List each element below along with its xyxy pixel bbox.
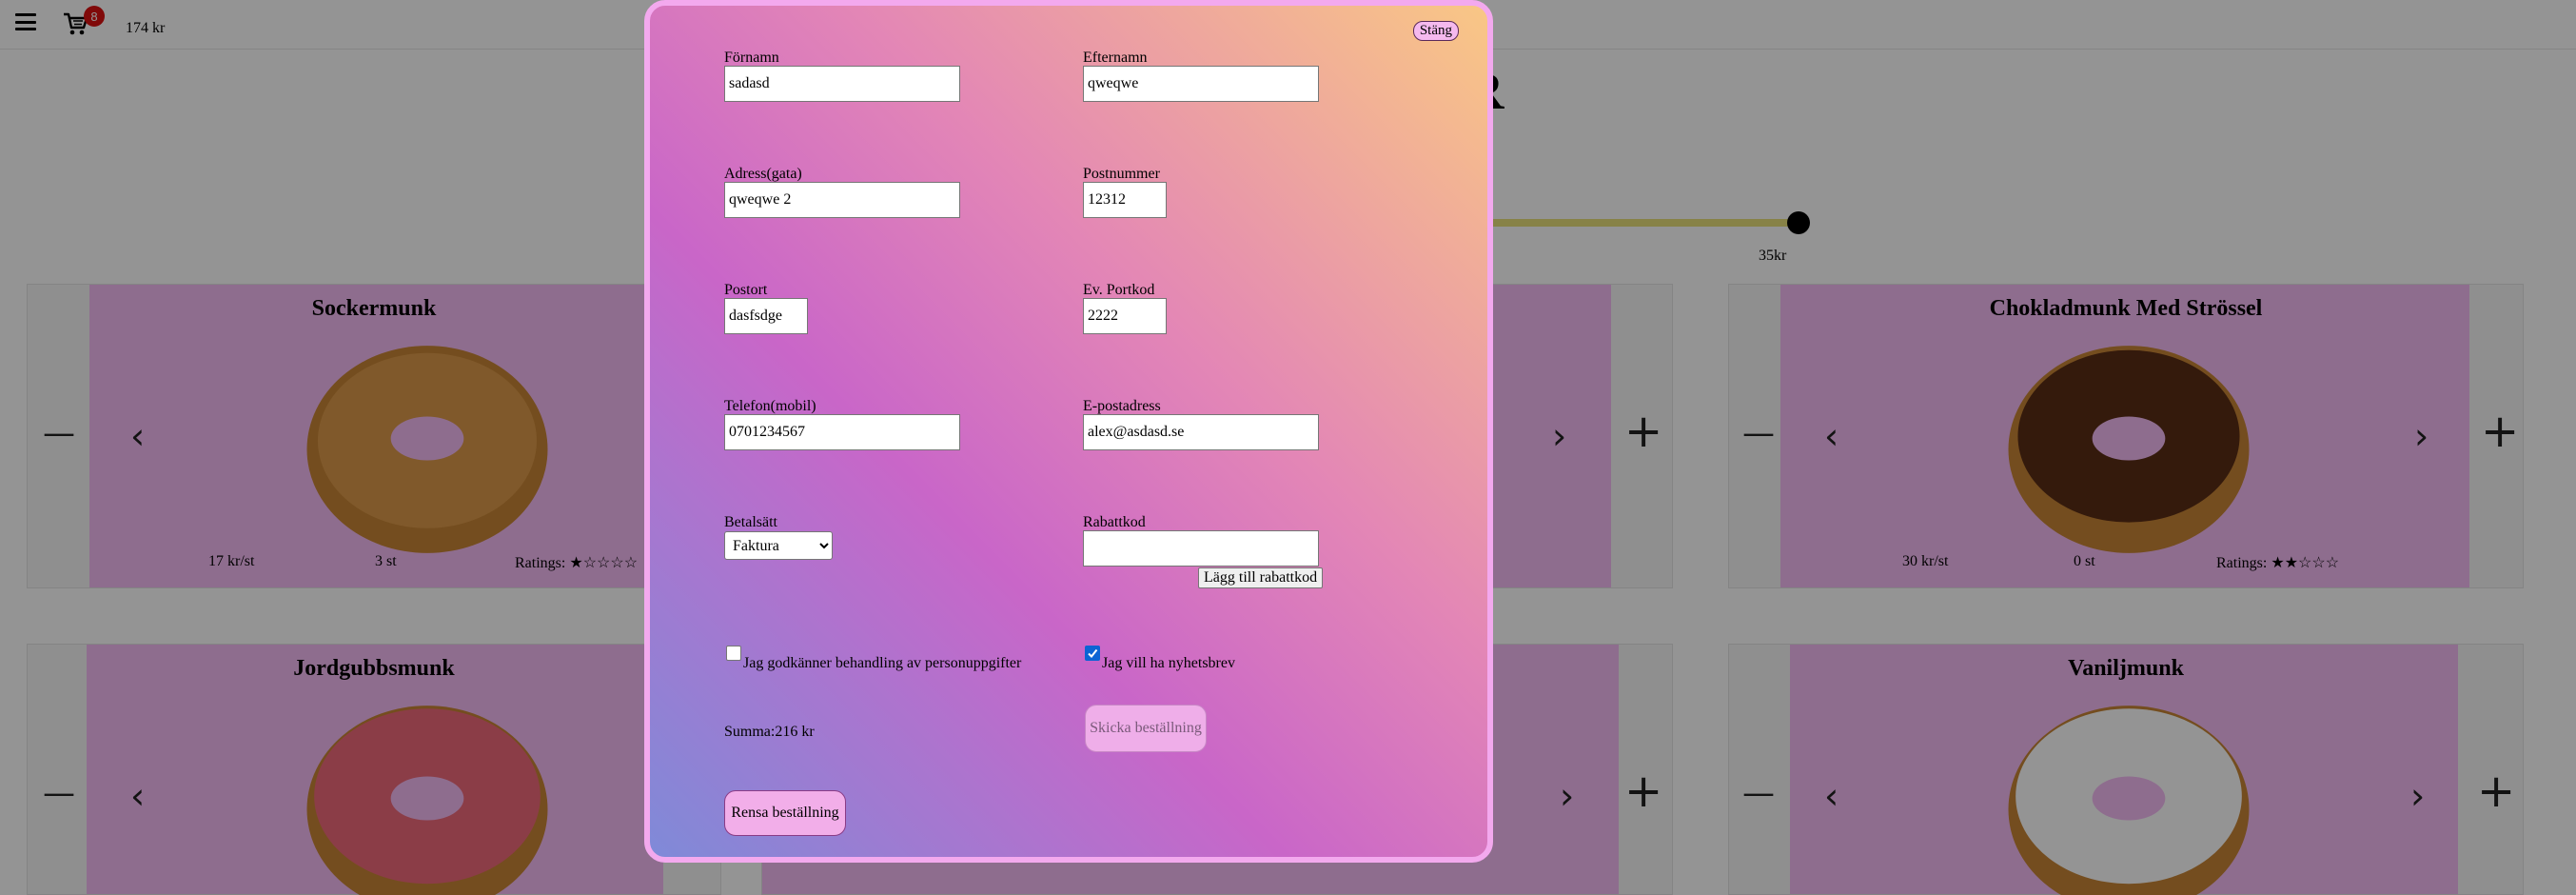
newsletter-label: Jag vill ha nyhetsbrev bbox=[1102, 655, 1235, 671]
discount-code-label: Rabattkod bbox=[1083, 514, 1146, 530]
order-sum: Summa:216 kr bbox=[724, 724, 815, 740]
checkmark-icon bbox=[1088, 648, 1098, 659]
payment-method-label: Betalsätt bbox=[724, 514, 777, 530]
city-field[interactable] bbox=[724, 298, 808, 334]
apply-discount-button[interactable]: Lägg till rabattkod bbox=[1198, 567, 1324, 588]
email-label: E-postadress bbox=[1083, 398, 1161, 414]
phone-field[interactable] bbox=[724, 414, 960, 450]
checkout-modal: Stäng Förnamn Efternamn Adress(gata) Pos… bbox=[644, 0, 1493, 863]
payment-method-select[interactable]: Faktura bbox=[724, 531, 833, 560]
phone-label: Telefon(mobil) bbox=[724, 398, 816, 414]
first-name-field[interactable] bbox=[724, 66, 960, 102]
newsletter-checkbox[interactable] bbox=[1085, 646, 1100, 661]
last-name-label: Efternamn bbox=[1083, 50, 1148, 66]
submit-order-button[interactable]: Skicka beställning bbox=[1085, 705, 1207, 752]
first-name-label: Förnamn bbox=[724, 50, 779, 66]
last-name-field[interactable] bbox=[1083, 66, 1319, 102]
consent-checkbox[interactable] bbox=[726, 646, 741, 661]
discount-code-field[interactable] bbox=[1083, 530, 1319, 567]
city-label: Postort bbox=[724, 282, 768, 298]
address-field[interactable] bbox=[724, 182, 960, 218]
door-code-field[interactable] bbox=[1083, 298, 1167, 334]
postal-code-field[interactable] bbox=[1083, 182, 1167, 218]
address-label: Adress(gata) bbox=[724, 166, 802, 182]
clear-order-button[interactable]: Rensa beställning bbox=[724, 790, 846, 836]
postal-code-label: Postnummer bbox=[1083, 166, 1160, 182]
door-code-label: Ev. Portkod bbox=[1083, 282, 1155, 298]
close-button[interactable]: Stäng bbox=[1412, 21, 1459, 41]
consent-label: Jag godkänner behandling av personuppgif… bbox=[743, 655, 1022, 671]
email-field[interactable] bbox=[1083, 414, 1319, 450]
